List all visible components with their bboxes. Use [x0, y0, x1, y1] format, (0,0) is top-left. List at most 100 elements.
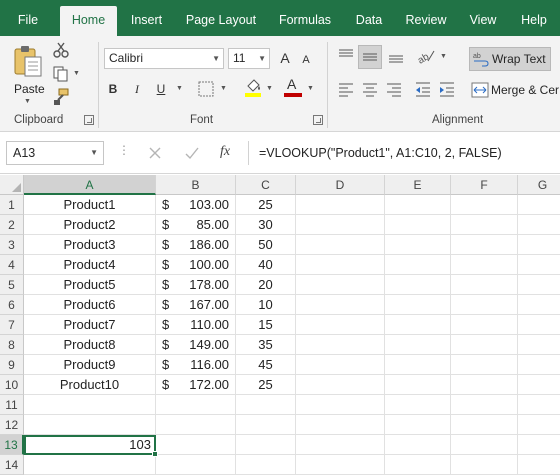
fill-color-icon[interactable]	[244, 77, 262, 97]
column-header-f[interactable]: F	[451, 175, 518, 195]
cell-d14[interactable]	[296, 455, 385, 475]
cell-d2[interactable]	[296, 215, 385, 235]
tab-formulas[interactable]: Formulas	[272, 0, 338, 36]
cell-b12[interactable]	[156, 415, 236, 435]
cell-a7[interactable]: Product7	[24, 315, 156, 335]
cell-f5[interactable]	[451, 275, 518, 295]
cell-f4[interactable]	[451, 255, 518, 275]
tab-insert[interactable]: Insert	[124, 0, 169, 36]
cell-f7[interactable]	[451, 315, 518, 335]
cell-f10[interactable]	[451, 375, 518, 395]
cell-c14[interactable]	[236, 455, 296, 475]
font-name-combo[interactable]: Calibri ▼	[104, 48, 224, 69]
decrease-indent-icon[interactable]	[414, 80, 432, 98]
cell-g2[interactable]	[518, 215, 560, 235]
cell-e10[interactable]	[385, 375, 451, 395]
cell-e7[interactable]	[385, 315, 451, 335]
cell-f11[interactable]	[451, 395, 518, 415]
bold-button[interactable]: B	[104, 78, 122, 100]
cell-a4[interactable]: Product4	[24, 255, 156, 275]
name-box-dropdown-icon[interactable]: ▼	[90, 142, 98, 164]
clipboard-dialog-launcher[interactable]	[84, 115, 94, 125]
tab-view[interactable]: View	[462, 0, 504, 36]
cell-e3[interactable]	[385, 235, 451, 255]
column-header-d[interactable]: D	[296, 175, 385, 195]
align-center-icon[interactable]	[361, 80, 379, 98]
cell-g5[interactable]	[518, 275, 560, 295]
cell-g7[interactable]	[518, 315, 560, 335]
cell-f12[interactable]	[451, 415, 518, 435]
cell-d3[interactable]	[296, 235, 385, 255]
copy-icon[interactable]	[52, 65, 70, 83]
cell-g3[interactable]	[518, 235, 560, 255]
cell-c7[interactable]: 15	[236, 315, 296, 335]
fill-handle[interactable]	[152, 451, 158, 457]
borders-dropdown-icon[interactable]: ▼	[220, 85, 227, 92]
cell-d10[interactable]	[296, 375, 385, 395]
row-header[interactable]: 8	[0, 335, 24, 355]
insert-function-button[interactable]: fx	[220, 144, 230, 160]
cell-b5[interactable]: $178.00	[156, 275, 236, 295]
font-color-dropdown-icon[interactable]: ▼	[307, 85, 314, 92]
cell-b10[interactable]: $172.00	[156, 375, 236, 395]
tab-page-layout[interactable]: Page Layout	[180, 0, 262, 36]
cell-a3[interactable]: Product3	[24, 235, 156, 255]
tab-help[interactable]: Help	[514, 0, 554, 36]
tab-review[interactable]: Review	[398, 0, 454, 36]
cell-b11[interactable]	[156, 395, 236, 415]
cell-d12[interactable]	[296, 415, 385, 435]
fill-color-dropdown-icon[interactable]: ▼	[266, 85, 273, 92]
column-header-e[interactable]: E	[385, 175, 451, 195]
underline-dropdown-icon[interactable]: ▼	[176, 85, 183, 92]
active-cell-a13[interactable]	[24, 435, 158, 457]
cell-e2[interactable]	[385, 215, 451, 235]
cell-e8[interactable]	[385, 335, 451, 355]
cell-c3[interactable]: 50	[236, 235, 296, 255]
paste-button[interactable]: Paste ▼	[8, 42, 48, 108]
cell-a6[interactable]: Product6	[24, 295, 156, 315]
cell-g13[interactable]	[518, 435, 560, 455]
cell-g4[interactable]	[518, 255, 560, 275]
cell-c11[interactable]	[236, 395, 296, 415]
cell-f8[interactable]	[451, 335, 518, 355]
cell-a11[interactable]	[24, 395, 156, 415]
cell-c4[interactable]: 40	[236, 255, 296, 275]
row-header[interactable]: 7	[0, 315, 24, 335]
cell-d9[interactable]	[296, 355, 385, 375]
cell-g6[interactable]	[518, 295, 560, 315]
cell-c8[interactable]: 35	[236, 335, 296, 355]
underline-button[interactable]: U	[150, 78, 172, 100]
cell-b1[interactable]: $103.00	[156, 195, 236, 215]
cell-c1[interactable]: 25	[236, 195, 296, 215]
cell-e14[interactable]	[385, 455, 451, 475]
cell-b9[interactable]: $116.00	[156, 355, 236, 375]
column-header-c[interactable]: C	[236, 175, 296, 195]
cell-f6[interactable]	[451, 295, 518, 315]
cell-d4[interactable]	[296, 255, 385, 275]
cell-f3[interactable]	[451, 235, 518, 255]
font-dialog-launcher[interactable]	[313, 115, 323, 125]
row-header[interactable]: 12	[0, 415, 24, 435]
cell-a10[interactable]: Product10	[24, 375, 156, 395]
cell-b2[interactable]: $85.00	[156, 215, 236, 235]
increase-indent-icon[interactable]	[438, 80, 456, 98]
enter-icon[interactable]	[184, 146, 200, 160]
cell-c10[interactable]: 25	[236, 375, 296, 395]
name-box[interactable]: A13 ▼	[6, 141, 104, 165]
cell-d1[interactable]	[296, 195, 385, 215]
cell-d11[interactable]	[296, 395, 385, 415]
font-size-combo[interactable]: 11 ▼	[228, 48, 270, 69]
tab-data[interactable]: Data	[348, 0, 390, 36]
tab-home[interactable]: Home	[60, 6, 117, 36]
wrap-text-button[interactable]: ab Wrap Text	[469, 47, 551, 71]
borders-icon[interactable]	[198, 81, 214, 97]
formula-input[interactable]: =VLOOKUP("Product1", A1:C10, 2, FALSE)	[259, 141, 502, 165]
row-header[interactable]: 14	[0, 455, 24, 475]
cell-a5[interactable]: Product5	[24, 275, 156, 295]
column-header-b[interactable]: B	[156, 175, 236, 195]
cell-e9[interactable]	[385, 355, 451, 375]
align-left-icon[interactable]	[337, 80, 355, 98]
cut-icon[interactable]	[52, 41, 70, 59]
cell-f13[interactable]	[451, 435, 518, 455]
column-header-a[interactable]: A	[24, 175, 156, 195]
